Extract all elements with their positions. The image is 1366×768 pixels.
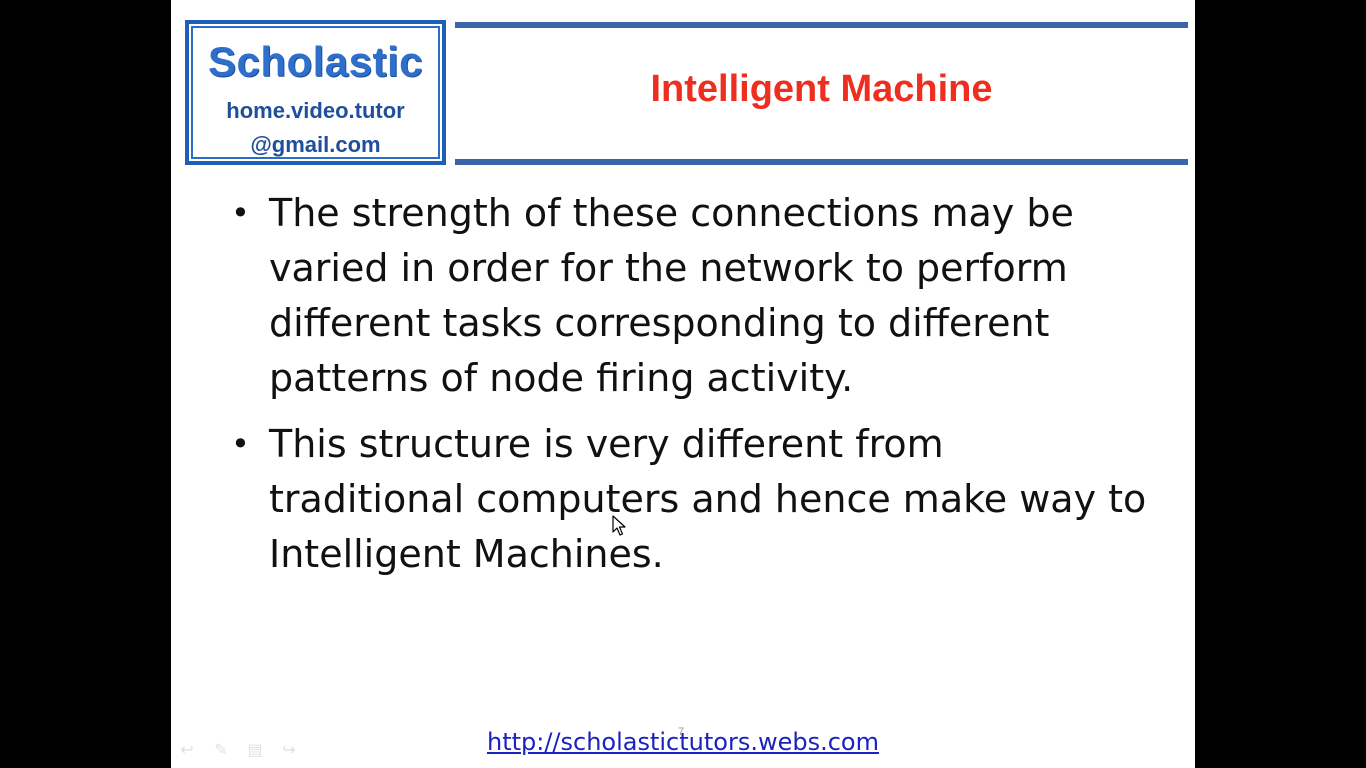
presentation-slide: Scholastic home.video.tutor @gmail.com I…	[171, 0, 1195, 768]
mouse-cursor-icon	[612, 515, 626, 536]
slide-title: Intelligent Machine	[650, 68, 993, 110]
logo-email-user: home.video.tutor	[226, 98, 405, 123]
title-rule-bottom	[455, 159, 1188, 165]
video-frame: Scholastic home.video.tutor @gmail.com I…	[0, 0, 1366, 768]
bullet-text: The strength of these connections may be…	[269, 191, 1074, 400]
pen-icon[interactable]: ✎	[211, 740, 231, 759]
menu-icon[interactable]: ▤	[245, 740, 265, 759]
title-rule-top	[455, 22, 1188, 28]
bullet-text: This structure is very different from tr…	[269, 422, 1147, 576]
previous-icon[interactable]: ↩	[177, 740, 197, 759]
logo-email-domain: @gmail.com	[250, 132, 381, 157]
next-icon[interactable]: ↪	[279, 740, 299, 759]
bullet-list: • The strength of these connections may …	[227, 186, 1147, 593]
presenter-toolbar: ↩ ✎ ▤ ↪	[177, 738, 299, 760]
bullet-item: • The strength of these connections may …	[227, 186, 1147, 406]
bullet-marker: •	[231, 425, 250, 463]
bullet-marker: •	[231, 194, 250, 232]
footer-link[interactable]: http://scholastictutors.webs.com	[171, 728, 1195, 756]
logo-box: Scholastic home.video.tutor @gmail.com	[185, 20, 446, 165]
logo-title: Scholastic	[207, 38, 424, 85]
bullet-item: • This structure is very different from …	[227, 417, 1147, 582]
